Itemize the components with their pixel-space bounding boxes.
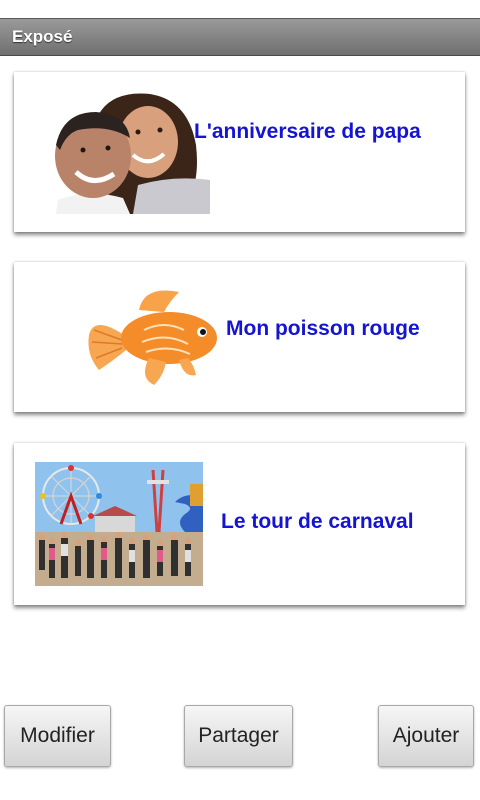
app-title: Exposé (12, 27, 73, 46)
share-button[interactable]: Partager (184, 705, 293, 767)
story-label: Le tour de carnaval (221, 510, 414, 533)
story-card-goldfish[interactable]: Mon poisson rouge (14, 262, 465, 412)
story-card-birthday[interactable]: L'anniversaire de papa (14, 72, 465, 232)
carnival-photo (35, 462, 203, 586)
story-label: L'anniversaire de papa (194, 120, 421, 143)
story-label: Mon poisson rouge (226, 317, 420, 340)
status-bar (0, 0, 480, 18)
story-card-carnival[interactable]: Le tour de carnaval (14, 443, 465, 605)
add-button[interactable]: Ajouter (378, 705, 474, 767)
father-daughter-photo (38, 90, 210, 214)
edit-button[interactable]: Modifier (4, 705, 111, 767)
goldfish-illustration (84, 280, 219, 392)
title-bar: Exposé (0, 18, 480, 56)
